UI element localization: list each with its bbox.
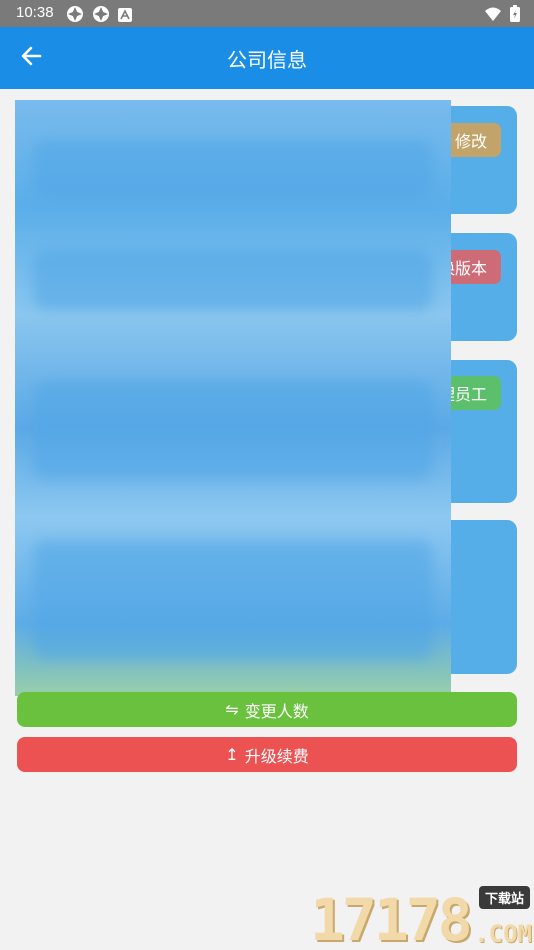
android-debug-icon xyxy=(66,5,84,27)
upgrade-renew-label: 升级续费 xyxy=(244,746,309,766)
notification-a-icon xyxy=(118,7,132,26)
blur-region xyxy=(33,250,433,310)
status-bar: 10:38 xyxy=(0,0,534,27)
upgrade-renew-button[interactable]: ↥ 升级续费 xyxy=(17,737,517,772)
upload-icon: ↥ xyxy=(225,745,239,764)
battery-charging-icon xyxy=(510,5,520,26)
watermark-digits: 17178 xyxy=(310,886,473,950)
status-right-icons xyxy=(484,5,520,26)
change-count-label: 变更人数 xyxy=(244,701,309,721)
status-left-icons xyxy=(66,5,132,27)
status-time: 10:38 xyxy=(16,4,54,21)
watermark-logo: 17178 下载站 .COM xyxy=(306,884,534,950)
app-bar: 公司信息 xyxy=(0,27,534,89)
wifi-icon xyxy=(484,6,502,26)
change-count-button[interactable]: ⇋ 变更人数 xyxy=(17,692,517,727)
blur-region xyxy=(33,140,433,200)
blur-region xyxy=(33,540,433,660)
page-title: 公司信息 xyxy=(227,48,307,72)
watermark-tag: 下载站 xyxy=(478,886,530,909)
android-debug-icon xyxy=(92,5,110,27)
edit-button-label: 修改 xyxy=(454,132,487,151)
privacy-blur-overlay xyxy=(15,100,451,696)
blur-region xyxy=(33,380,433,480)
swap-icon: ⇋ xyxy=(225,700,239,719)
watermark-suffix: .COM xyxy=(474,920,532,948)
